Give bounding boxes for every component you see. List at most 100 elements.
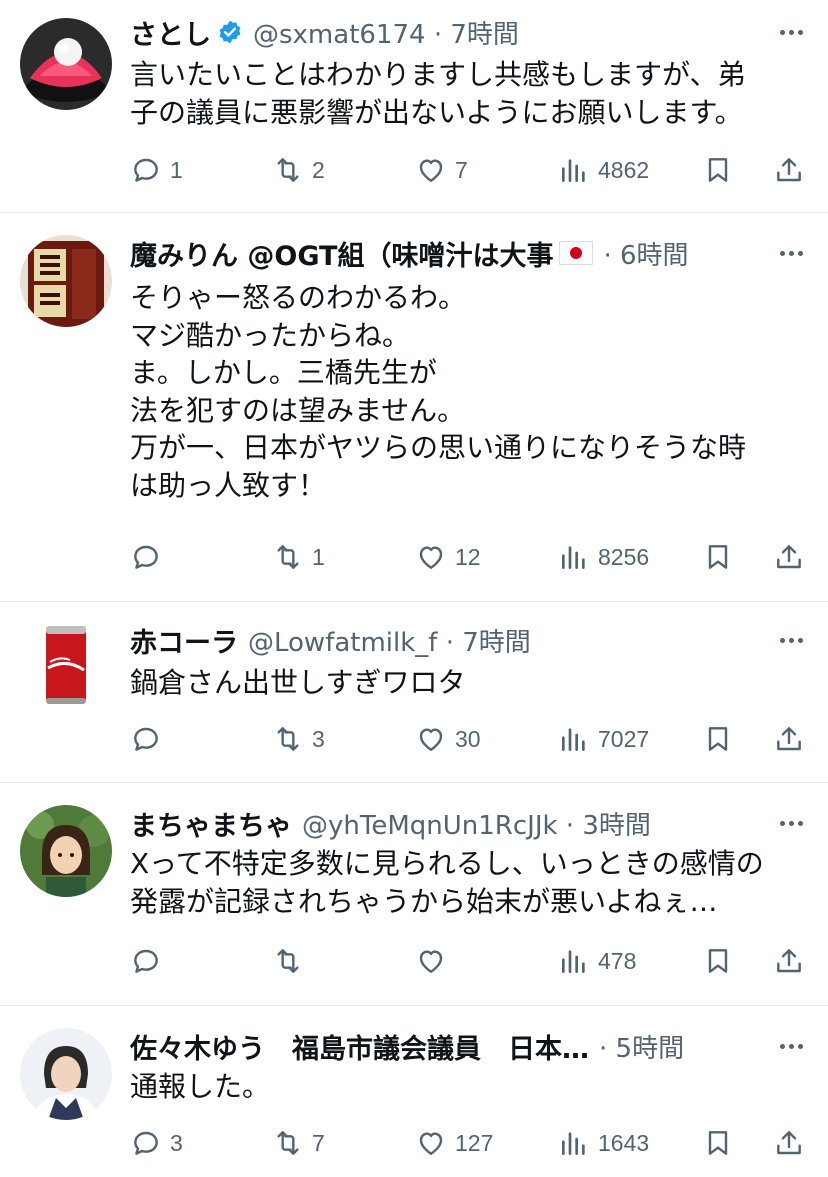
repost-button[interactable]: 3 bbox=[272, 719, 325, 759]
japan-flag-icon bbox=[559, 241, 594, 265]
heart-icon bbox=[419, 159, 443, 182]
views-button[interactable]: 1643 bbox=[558, 1123, 649, 1163]
tweet-3[interactable]: 赤コーラ @Lowfatmilk_f · 7時間 鍋倉さん出世しすぎワロタ 3 … bbox=[0, 602, 828, 782]
handle-and-time: @sxmat6174 · 7時間 bbox=[253, 19, 519, 50]
view-count: 8256 bbox=[598, 543, 650, 570]
display-name[interactable]: 赤コーラ bbox=[130, 621, 238, 660]
handle-and-time: @Lowfatmilk_f · 7時間 bbox=[248, 627, 531, 658]
share-button[interactable] bbox=[773, 941, 805, 981]
tweet-text: 言いたいことはわかりますし共感もしますが、弟 子の議員に悪影響が出ないようにお願… bbox=[130, 58, 746, 129]
share-button[interactable] bbox=[773, 150, 805, 190]
avatar[interactable] bbox=[20, 18, 112, 110]
reply-button[interactable] bbox=[130, 719, 170, 759]
share-upload-icon bbox=[777, 949, 801, 973]
more-dots-icon[interactable] bbox=[776, 1026, 806, 1066]
bar-chart-icon bbox=[562, 950, 585, 973]
like-button[interactable]: 127 bbox=[415, 1123, 493, 1163]
reply-button[interactable] bbox=[130, 941, 170, 981]
avatar-image-sauce-bottle bbox=[20, 235, 112, 327]
more-dots-icon[interactable] bbox=[776, 803, 806, 843]
view-count: 7027 bbox=[598, 725, 650, 752]
like-count: 7 bbox=[455, 156, 468, 183]
repost-arrows-icon bbox=[277, 545, 299, 569]
reply-button[interactable]: 3 bbox=[130, 1123, 183, 1163]
bookmark-button[interactable] bbox=[702, 719, 734, 759]
tweet-text: 鍋倉さん出世しすぎワロタ bbox=[130, 666, 466, 699]
repost-arrows-icon bbox=[277, 949, 299, 973]
avatar[interactable] bbox=[20, 1028, 112, 1120]
bar-chart-icon bbox=[562, 1132, 585, 1155]
repost-arrows-icon bbox=[277, 158, 299, 182]
display-name[interactable]: まちゃまちゃ bbox=[130, 804, 292, 843]
share-upload-icon bbox=[777, 158, 801, 182]
like-count: 127 bbox=[455, 1129, 494, 1156]
avatar-image-shaved-ice bbox=[20, 18, 112, 110]
like-count: 12 bbox=[455, 543, 481, 570]
display-name[interactable]: 佐々木ゆう 福島市議会議員 日本… bbox=[130, 1027, 589, 1066]
reply-button[interactable] bbox=[130, 537, 170, 577]
view-count: 478 bbox=[598, 947, 637, 974]
tweet-4[interactable]: まちゃまちゃ @yhTeMqnUn1RcJJk · 3時間 Xって不特定多数に見… bbox=[0, 783, 828, 1005]
verified-badge-icon bbox=[219, 20, 241, 44]
bookmark-button[interactable] bbox=[702, 537, 734, 577]
like-button[interactable]: 30 bbox=[415, 719, 481, 759]
handle-and-time: · 5時間 bbox=[599, 1033, 685, 1064]
views-button[interactable]: 478 bbox=[558, 941, 636, 981]
repost-button[interactable] bbox=[272, 941, 312, 981]
repost-count: 2 bbox=[312, 156, 325, 183]
speech-bubble-icon bbox=[134, 545, 158, 569]
avatar-image-cola-can bbox=[20, 618, 112, 710]
share-button[interactable] bbox=[773, 1123, 805, 1163]
repost-count: 7 bbox=[312, 1129, 325, 1156]
speech-bubble-icon bbox=[134, 949, 158, 973]
like-button[interactable]: 12 bbox=[415, 537, 481, 577]
views-button[interactable]: 4862 bbox=[558, 150, 649, 190]
repost-count: 1 bbox=[312, 543, 325, 570]
repost-arrows-icon bbox=[277, 727, 299, 751]
tweet-5[interactable]: 佐々木ゆう 福島市議会議員 日本… · 5時間 通報した。 3 7 127 16… bbox=[0, 1006, 828, 1177]
bar-chart-icon bbox=[562, 728, 585, 751]
speech-bubble-icon bbox=[134, 727, 158, 751]
avatar[interactable] bbox=[20, 235, 112, 327]
heart-icon bbox=[419, 546, 443, 569]
views-button[interactable]: 8256 bbox=[558, 537, 649, 577]
tweet-text: 通報した。 bbox=[130, 1070, 271, 1103]
repost-button[interactable]: 2 bbox=[272, 150, 325, 190]
heart-icon bbox=[419, 950, 443, 973]
bookmark-button[interactable] bbox=[702, 1123, 734, 1163]
share-button[interactable] bbox=[773, 537, 805, 577]
tweet-text: そりゃー怒るのわかるわ。 マジ酷かったからね。 ま。しかし。三橋先生が 法を犯す… bbox=[130, 281, 747, 502]
bookmark-button[interactable] bbox=[702, 941, 734, 981]
more-dots-icon[interactable] bbox=[776, 620, 806, 660]
reply-count: 3 bbox=[170, 1129, 183, 1156]
display-name[interactable]: さとし bbox=[130, 13, 211, 52]
view-count: 4862 bbox=[598, 156, 650, 183]
bar-chart-icon bbox=[562, 546, 585, 569]
speech-bubble-icon bbox=[134, 158, 158, 182]
tweet-text: Xって不特定多数に見られるし、いっときの感情の 発露が記録されちゃうから始末が悪… bbox=[130, 847, 764, 918]
avatar[interactable] bbox=[20, 805, 112, 897]
bookmark-icon bbox=[708, 158, 728, 182]
share-upload-icon bbox=[777, 545, 801, 569]
bar-chart-icon bbox=[562, 159, 585, 182]
tweet-2[interactable]: 魔みりん @OGT組（味噌汁は大事 · 6時間 そりゃー怒るのわかるわ。 マジ酷… bbox=[0, 213, 828, 601]
bookmark-icon bbox=[708, 949, 728, 973]
share-button[interactable] bbox=[773, 719, 805, 759]
reply-button[interactable]: 1 bbox=[130, 150, 183, 190]
handle-and-time: @yhTeMqnUn1RcJJk · 3時間 bbox=[302, 810, 651, 841]
views-button[interactable]: 7027 bbox=[558, 719, 649, 759]
bookmark-button[interactable] bbox=[702, 150, 734, 190]
avatar[interactable] bbox=[20, 618, 112, 710]
repost-button[interactable]: 1 bbox=[272, 537, 325, 577]
bookmark-icon bbox=[708, 727, 728, 751]
heart-icon bbox=[419, 1132, 443, 1155]
share-upload-icon bbox=[777, 727, 801, 751]
more-dots-icon[interactable] bbox=[776, 12, 806, 52]
like-button[interactable] bbox=[415, 941, 455, 981]
share-upload-icon bbox=[777, 1131, 801, 1155]
display-name[interactable]: 魔みりん @OGT組（味噌汁は大事 bbox=[130, 234, 553, 273]
tweet-1[interactable]: さとし @sxmat6174 · 7時間 言いたいことはわかりますし共感もします… bbox=[0, 0, 828, 212]
repost-button[interactable]: 7 bbox=[272, 1123, 325, 1163]
more-dots-icon[interactable] bbox=[776, 233, 806, 273]
like-button[interactable]: 7 bbox=[415, 150, 468, 190]
